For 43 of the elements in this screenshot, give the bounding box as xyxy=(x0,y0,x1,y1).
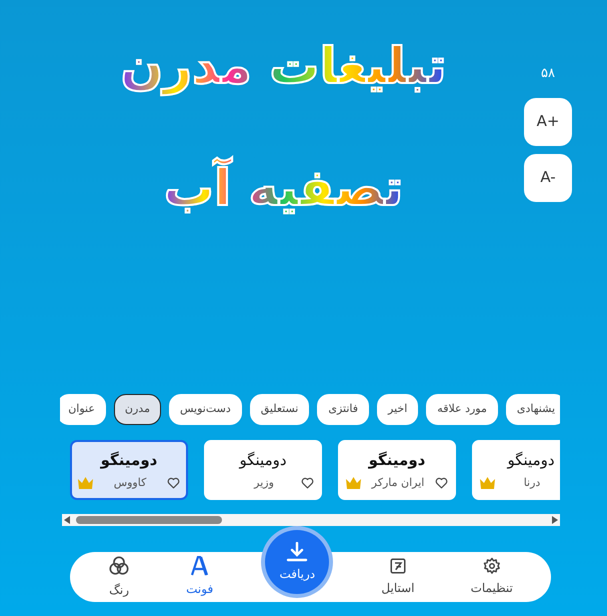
font-preview: دومینگو xyxy=(100,450,158,471)
category-chip[interactable]: فانتزی xyxy=(317,394,370,425)
category-chip[interactable]: مدرن xyxy=(114,394,161,425)
category-chip[interactable]: نستعلیق xyxy=(250,394,310,425)
heart-icon[interactable] xyxy=(435,477,448,490)
horizontal-scrollbar[interactable] xyxy=(62,514,560,526)
decrease-size-button[interactable]: A- xyxy=(524,154,572,202)
nav-tab[interactable]: استایل xyxy=(377,557,418,597)
crown-icon xyxy=(480,477,495,490)
font-size-value: ۵۸ xyxy=(541,65,555,83)
category-chip[interactable]: دست‌نویس xyxy=(168,394,242,425)
font-name: وزیر xyxy=(254,475,274,491)
font-name: درنا xyxy=(524,475,540,491)
crown-icon xyxy=(346,477,361,490)
font-card[interactable]: دومینگو کاووس xyxy=(70,440,188,500)
nav-tab[interactable]: فونت xyxy=(182,556,218,598)
category-chip[interactable]: عنوان xyxy=(60,394,106,425)
font-preview: دومینگو xyxy=(507,450,555,471)
font-preview: دومینگو xyxy=(239,450,287,471)
scrollbar-thumb[interactable] xyxy=(76,516,222,524)
font-name: کاووس xyxy=(114,475,146,491)
download-button[interactable]: دریافت xyxy=(265,530,330,594)
font-card[interactable]: دومینگو درنا xyxy=(472,440,560,500)
font-card[interactable]: دومینگو وزیر xyxy=(204,440,322,500)
settings-icon xyxy=(482,557,501,575)
nav-tab[interactable]: رنگ xyxy=(104,555,134,599)
heart-icon[interactable] xyxy=(301,477,314,490)
crown-icon xyxy=(78,477,94,490)
category-chip[interactable]: اخیر xyxy=(377,394,418,425)
scroll-right-icon[interactable] xyxy=(552,516,558,524)
font-preview: دومینگو xyxy=(368,450,426,471)
increase-size-button[interactable]: A+ xyxy=(524,98,572,146)
letter-a-icon xyxy=(190,556,210,576)
nav-tab[interactable]: تنظیمات xyxy=(466,557,517,597)
color-circles-icon xyxy=(108,555,130,577)
download-icon xyxy=(286,542,308,562)
category-chip[interactable]: یشنهادی xyxy=(506,394,560,425)
heart-icon[interactable] xyxy=(167,477,180,490)
scroll-left-icon[interactable] xyxy=(64,516,70,524)
category-chip[interactable]: مورد علاقه xyxy=(426,394,498,425)
font-card[interactable]: دومینگو ایران مارکر xyxy=(338,440,456,500)
font-name: ایران مارکر xyxy=(372,475,424,491)
text-style-icon xyxy=(388,557,407,575)
